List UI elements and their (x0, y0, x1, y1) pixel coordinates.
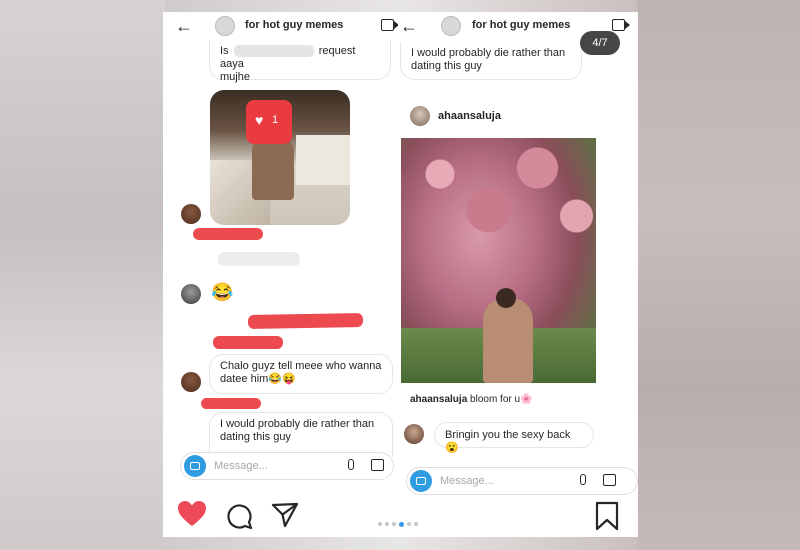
gallery-icon[interactable] (371, 459, 384, 471)
instagram-post: ← for hot guy memes Is request aaya mujh… (163, 12, 638, 537)
mic-icon[interactable] (580, 474, 586, 485)
shared-post-photo[interactable] (401, 138, 596, 383)
comment-icon[interactable] (225, 502, 253, 530)
message-bubble: I would probably die rather than dating … (400, 42, 582, 80)
background-blur-left (0, 0, 165, 550)
heart-icon: ♥ (255, 112, 264, 128)
redaction-mark (201, 398, 261, 409)
message-input[interactable]: Message... (440, 475, 494, 487)
carousel-counter: 4/7 (580, 31, 620, 55)
message-composer[interactable]: Message... (180, 452, 394, 480)
message-text: Chalo guyz tell meee who wanna (220, 360, 382, 372)
shared-post-username[interactable]: ahaansaluja (438, 110, 501, 122)
message-bubble: Bringin you the sexy back😮 (434, 422, 594, 454)
message-text: dating this guy (220, 431, 291, 443)
share-icon[interactable] (271, 501, 299, 529)
avatar (181, 284, 201, 304)
post-action-bar (163, 494, 638, 537)
redaction-mark (193, 228, 263, 240)
like-notification-badge: ♥ 1 (246, 100, 292, 144)
redacted-name (233, 45, 314, 58)
message-composer[interactable]: Message... (406, 467, 638, 495)
video-call-icon[interactable] (381, 19, 398, 31)
message-text: mujhe (220, 71, 250, 83)
gallery-icon[interactable] (603, 474, 616, 486)
avatar (410, 106, 430, 126)
avatar (404, 424, 424, 444)
shared-post-caption: ahaansaluja bloom for u🌸 (410, 394, 533, 405)
avatar (215, 16, 235, 36)
mic-icon[interactable] (348, 459, 354, 470)
chat-title: for hot guy memes (472, 19, 571, 31)
caption-text: bloom for u🌸 (470, 394, 533, 405)
message-text: dating this guy (411, 60, 482, 72)
heart-icon[interactable] (177, 500, 207, 528)
chat-title: for hot guy memes (245, 19, 344, 31)
shared-photo[interactable]: ♥ 1 (210, 90, 350, 225)
avatar (441, 16, 461, 36)
message-text: datee him😂😝 (220, 373, 296, 385)
back-arrow-icon[interactable]: ← (400, 16, 418, 37)
message-input[interactable]: Message... (214, 460, 268, 472)
chat-header: ← for hot guy memes (163, 12, 398, 40)
redaction-mark (247, 312, 364, 330)
dm-screenshot-left: ← for hot guy memes Is request aaya mujh… (163, 12, 398, 457)
laugh-emoji: 😂 (211, 282, 234, 302)
message-text: Is (220, 45, 229, 57)
bookmark-icon[interactable] (595, 501, 619, 531)
avatar (181, 204, 201, 224)
avatar (181, 372, 201, 392)
message-bubble: Chalo guyz tell meee who wanna datee him… (209, 354, 393, 394)
redaction-mark (213, 336, 283, 349)
background-blur-right (637, 0, 800, 550)
message-text: Bringin you the sexy back😮 (445, 429, 571, 454)
message-bubble: Is request aaya mujhe (209, 40, 391, 83)
camera-icon[interactable] (184, 455, 206, 477)
redacted-message (218, 252, 300, 266)
message-text: I would probably die rather than (411, 47, 566, 59)
caption-username: ahaansaluja (410, 394, 468, 405)
video-call-icon[interactable] (612, 19, 630, 31)
back-arrow-icon[interactable]: ← (175, 16, 193, 37)
message-bubble: I would probably die rather than dating … (209, 412, 393, 457)
message-text: I would probably die rather than (220, 418, 375, 430)
dm-screenshot-right: ← for hot guy memes I would probably die… (398, 12, 638, 457)
camera-icon[interactable] (410, 470, 432, 492)
carousel-dots (378, 522, 418, 527)
like-count: 1 (272, 114, 279, 126)
